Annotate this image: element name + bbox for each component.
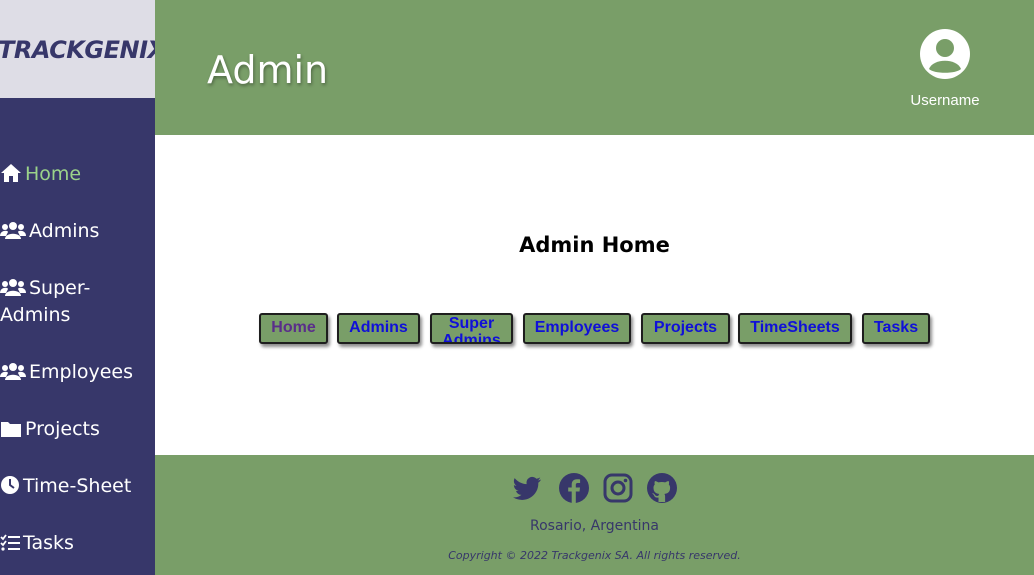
sidebar-item-label: Super- [29, 277, 91, 299]
page-title: Admin [207, 48, 329, 92]
tasklist-icon [0, 534, 20, 552]
button-label-line2: Admins [442, 332, 501, 344]
users-icon [0, 361, 26, 381]
sidebar-item-label: Home [25, 163, 82, 185]
sidebar-item-label: Tasks [23, 532, 74, 554]
sidebar-item-super-admins[interactable]: Super- Admins [0, 275, 155, 329]
github-icon[interactable] [646, 472, 678, 504]
logo[interactable]: TRACKGENIX [0, 36, 166, 64]
copyright-text: Copyright © 2022 Trackgenix SA. All righ… [448, 549, 741, 562]
sidebar-item-employees[interactable]: Employees [0, 359, 155, 386]
main-heading: Admin Home [519, 233, 670, 257]
header: Admin Username [155, 0, 1034, 135]
sidebar-item-admins[interactable]: Admins [0, 218, 155, 245]
logo-area: TRACKGENIX [0, 0, 166, 98]
timesheets-button[interactable]: TimeSheets [738, 313, 852, 344]
tasks-button[interactable]: Tasks [862, 313, 930, 344]
sidebar-item-label: Employees [29, 361, 133, 383]
sidebar-item-tasks[interactable]: Tasks [0, 530, 155, 557]
sidebar-item-projects[interactable]: Projects [0, 416, 155, 443]
instagram-icon[interactable] [602, 472, 634, 504]
user-profile[interactable]: Username [901, 28, 989, 109]
home-icon [0, 163, 22, 183]
employees-button[interactable]: Employees [523, 313, 631, 344]
sidebar-item-home[interactable]: Home [0, 161, 155, 188]
sidebar-item-time-sheet[interactable]: Time-Sheet [0, 473, 155, 500]
main-content: Admin Home Home Admins Super Admins Empl… [155, 135, 1034, 455]
location-text: Rosario, Argentina [530, 518, 659, 534]
folder-icon [0, 420, 22, 438]
username: Username [910, 92, 980, 109]
facebook-icon[interactable] [558, 472, 590, 504]
clock-icon [0, 475, 20, 495]
users-icon [0, 277, 26, 297]
sidebar-item-label: Projects [25, 418, 100, 440]
sidebar-item-label: Time-Sheet [23, 475, 132, 497]
user-circle-icon[interactable] [901, 28, 989, 80]
button-label: Super [448, 315, 495, 332]
sidebar: TRACKGENIX Home Admins Super- Admins Emp… [0, 0, 166, 575]
sidebar-item-label-line2: Admins [0, 304, 71, 326]
twitter-icon[interactable] [511, 472, 543, 504]
home-button[interactable]: Home [259, 313, 328, 344]
users-icon [0, 220, 26, 240]
super-admins-button[interactable]: Super Admins [430, 313, 513, 344]
footer: Rosario, Argentina Copyright © 2022 Trac… [155, 455, 1034, 575]
admins-button[interactable]: Admins [337, 313, 420, 344]
projects-button[interactable]: Projects [641, 313, 730, 344]
sidebar-item-label: Admins [29, 220, 100, 242]
